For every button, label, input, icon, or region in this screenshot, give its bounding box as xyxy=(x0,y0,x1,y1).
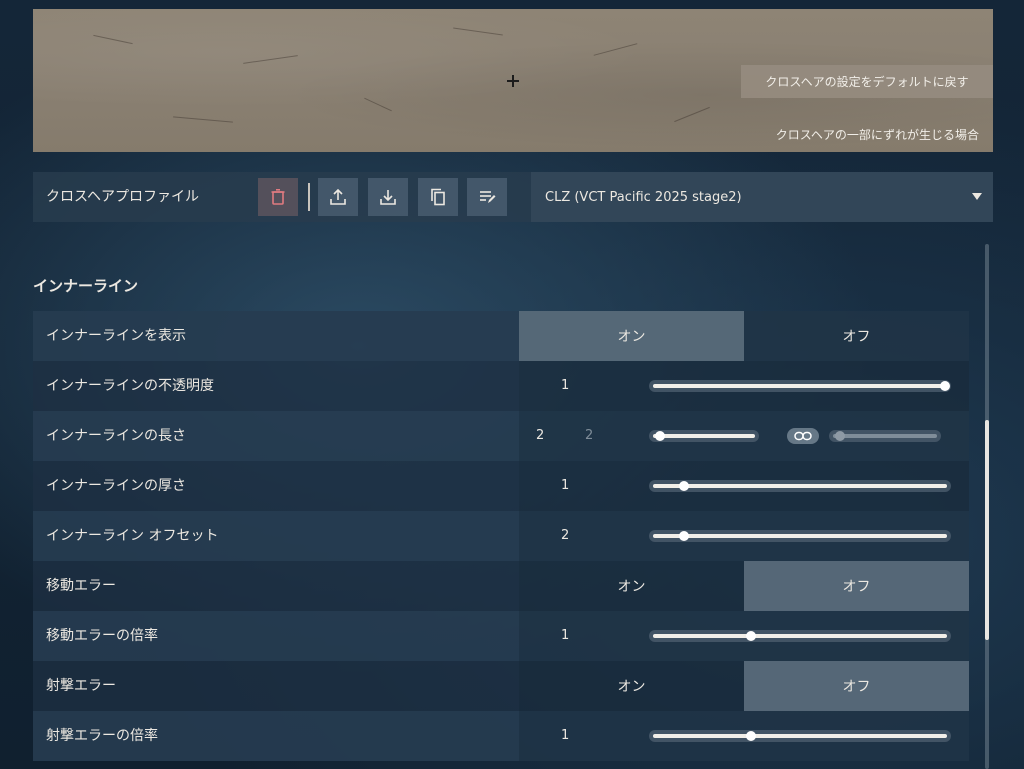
setting-label: インナーラインの長さ xyxy=(33,411,519,461)
slider-track xyxy=(653,384,947,388)
setting-label: 移動エラー xyxy=(33,561,519,611)
setting-row-thickness: インナーラインの厚さ 1 xyxy=(33,461,969,511)
setting-label: インナーラインの不透明度 xyxy=(33,361,519,411)
slider-track xyxy=(653,484,947,488)
slider-thumb[interactable] xyxy=(745,731,756,741)
setting-row-movement-error-multiplier: 移動エラーの倍率 1 xyxy=(33,611,969,661)
length-secondary-slider[interactable] xyxy=(829,430,941,442)
texture-crack xyxy=(453,27,503,36)
crosshair-offset-help-link[interactable]: クロスヘアの一部にずれが生じる場合 xyxy=(776,126,979,143)
setting-row-offset: インナーライン オフセット 2 xyxy=(33,511,969,561)
slider-thumb[interactable] xyxy=(940,381,950,391)
movement-error-multiplier-slider[interactable] xyxy=(649,630,951,642)
slider-thumb[interactable] xyxy=(679,531,689,541)
profile-select[interactable]: CLZ (VCT Pacific 2025 stage2) xyxy=(531,172,993,222)
slider-track xyxy=(653,734,947,738)
texture-crack xyxy=(243,55,298,64)
firing-error-toggle: オン オフ xyxy=(519,661,969,711)
slider-thumb[interactable] xyxy=(679,481,689,491)
toggle-on-option[interactable]: オン xyxy=(519,561,744,611)
show-inner-lines-toggle: オン オフ xyxy=(519,311,969,361)
crosshair-profile-bar: クロスヘアプロファイル CLZ (VCT Pacific 2025 stage2… xyxy=(33,172,993,222)
texture-crack xyxy=(173,116,233,123)
setting-label: インナーラインの厚さ xyxy=(33,461,519,511)
texture-crack xyxy=(674,106,710,123)
thickness-slider[interactable] xyxy=(649,480,951,492)
texture-crack xyxy=(364,97,392,112)
offset-value[interactable]: 2 xyxy=(561,511,569,561)
slider-track xyxy=(653,534,947,538)
slider-track xyxy=(833,434,937,438)
setting-row-show-inner-lines: インナーラインを表示 オン オフ xyxy=(33,311,969,361)
chevron-down-icon xyxy=(972,193,982,200)
slider-thumb[interactable] xyxy=(745,631,756,641)
toggle-on-option[interactable]: オン xyxy=(519,311,744,361)
scrollbar-thumb[interactable] xyxy=(985,420,989,640)
movement-error-multiplier-value[interactable]: 1 xyxy=(561,611,569,661)
crosshair-preview: クロスヘアの設定をデフォルトに戻す クロスヘアの一部にずれが生じる場合 xyxy=(33,9,993,152)
length-slider[interactable] xyxy=(649,430,759,442)
setting-label: インナーライン オフセット xyxy=(33,511,519,561)
setting-row-opacity: インナーラインの不透明度 1 xyxy=(33,361,969,411)
toolbar-divider xyxy=(308,183,310,211)
section-title: インナーライン xyxy=(33,277,139,295)
settings-list: インナーラインを表示 オン オフ インナーラインの不透明度 1 インナーラインの… xyxy=(33,311,969,761)
toggle-off-option[interactable]: オフ xyxy=(744,561,969,611)
profile-label: クロスヘアプロファイル xyxy=(46,189,200,205)
rename-profile-button[interactable] xyxy=(467,178,507,216)
toggle-off-option[interactable]: オフ xyxy=(744,661,969,711)
setting-label: 射撃エラー xyxy=(33,661,519,711)
link-icon xyxy=(794,431,812,441)
offset-slider[interactable] xyxy=(649,530,951,542)
length-secondary-value[interactable]: 2 xyxy=(585,411,593,461)
toggle-off-option[interactable]: オフ xyxy=(744,311,969,361)
setting-row-firing-error: 射撃エラー オン オフ xyxy=(33,661,969,711)
copy-profile-button[interactable] xyxy=(418,178,458,216)
opacity-value[interactable]: 1 xyxy=(561,361,569,411)
setting-label: インナーラインを表示 xyxy=(33,311,519,361)
export-profile-button[interactable] xyxy=(318,178,358,216)
copy-icon xyxy=(431,188,445,206)
movement-error-toggle: オン オフ xyxy=(519,561,969,611)
crosshair-preview-icon xyxy=(507,75,519,87)
texture-crack xyxy=(593,43,638,56)
delete-profile-button[interactable] xyxy=(258,178,298,216)
texture-crack xyxy=(93,34,133,45)
slider-track xyxy=(653,434,755,438)
link-values-button[interactable] xyxy=(787,428,819,444)
firing-error-multiplier-value[interactable]: 1 xyxy=(561,711,569,761)
firing-error-multiplier-slider[interactable] xyxy=(649,730,951,742)
length-value[interactable]: 2 xyxy=(536,411,544,461)
rename-icon xyxy=(480,191,496,203)
slider-track xyxy=(653,634,947,638)
opacity-slider[interactable] xyxy=(649,380,951,392)
toggle-on-option[interactable]: オン xyxy=(519,661,744,711)
import-profile-button[interactable] xyxy=(368,178,408,216)
setting-row-movement-error: 移動エラー オン オフ xyxy=(33,561,969,611)
setting-label: 射撃エラーの倍率 xyxy=(33,711,519,761)
slider-thumb[interactable] xyxy=(654,431,665,441)
slider-thumb[interactable] xyxy=(835,431,845,441)
thickness-value[interactable]: 1 xyxy=(561,461,569,511)
setting-label: 移動エラーの倍率 xyxy=(33,611,519,661)
setting-row-firing-error-multiplier: 射撃エラーの倍率 1 xyxy=(33,711,969,761)
trash-icon xyxy=(271,188,285,205)
profile-select-value: CLZ (VCT Pacific 2025 stage2) xyxy=(545,189,742,205)
download-icon xyxy=(380,190,396,205)
reset-crosshair-button[interactable]: クロスヘアの設定をデフォルトに戻す xyxy=(741,65,993,98)
upload-icon xyxy=(330,188,346,205)
setting-row-length: インナーラインの長さ 2 2 xyxy=(33,411,969,461)
